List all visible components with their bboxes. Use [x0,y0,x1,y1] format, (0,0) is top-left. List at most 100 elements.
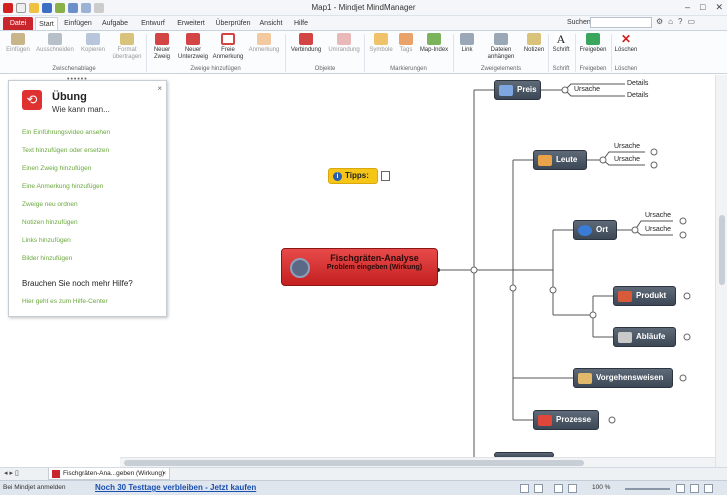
link-help-center[interactable]: Hier geht es zum Hilfe-Center [22,298,108,305]
subtopic-ursache[interactable]: Ursache [645,212,671,219]
help-heading: Brauchen Sie noch mehr Hilfe? [22,279,133,288]
help-icon[interactable]: ? [678,17,682,26]
task-panel: •••••• × ⟲ Übung Wie kann man... Ein Ein… [8,76,167,317]
tab-close-icon[interactable]: × [162,468,166,479]
topic-leute[interactable]: Leute [533,150,587,170]
notes-button[interactable]: Notizen [522,33,546,65]
subtopic-ursache[interactable]: Ursache [614,156,640,163]
outline-view-icon[interactable] [568,484,577,493]
home-icon[interactable]: ⌂ [668,17,673,26]
map-index-button[interactable]: Map-Index [418,33,450,65]
subtopic-ursache[interactable]: Ursache [614,143,640,150]
info-icon: i [333,172,342,181]
link-add-callout[interactable]: Eine Anmerkung hinzufügen [22,183,103,190]
group-label-topic-elements: Zweigelements [480,66,522,72]
link-add-text[interactable]: Text hinzufügen oder ersetzen [22,147,109,154]
vertical-scrollbar[interactable] [715,75,727,467]
panel-title: Übung [52,91,87,103]
link-add-links[interactable]: Links hinzufügen [22,237,71,244]
topic-preis[interactable]: Preis [494,80,541,100]
format-painter-button[interactable]: Format übertragen [110,33,144,65]
link-intro-video[interactable]: Ein Einführungsvideo ansehen [22,129,110,136]
ribbon-separator [575,34,576,72]
zoom-slider[interactable] [625,488,670,490]
share-button[interactable]: Freigeben [577,33,609,65]
delete-button[interactable]: ✕ Löschen [613,33,639,65]
cut-button[interactable]: Ausschneiden [35,33,75,65]
status-bar: Bei Mindjet anmelden Noch 30 Testtage ve… [0,480,727,495]
link-add-notes[interactable]: Notizen hinzufügen [22,219,78,226]
paste-button[interactable]: Einfügen [4,33,32,65]
note-icon[interactable] [381,171,390,181]
trial-buy-link[interactable]: Noch 30 Testtage verbleiben - Jetzt kauf… [95,483,256,492]
filter-icon[interactable] [534,484,543,493]
tips-callout[interactable]: i Tipps: [328,168,378,184]
tab-einfuegen[interactable]: Einfügen [62,17,94,30]
map-doc-icon [52,470,60,478]
title-bar: Map1 - Mindjet MindManager – □ ✕ [0,0,727,16]
central-topic[interactable]: Fischgräten-Analyse Problem eingeben (Wi… [281,248,438,286]
globe-icon [578,225,592,236]
close-icon[interactable]: ✕ [715,2,723,13]
zoom-in-icon[interactable] [676,484,685,493]
subtopic-ursache[interactable]: Ursache [645,226,671,233]
minimize-icon[interactable]: – [685,2,690,13]
subtopic-ursache[interactable]: Ursache [574,86,600,93]
topic-prozesse[interactable]: Prozesse [533,410,599,430]
ribbon-separator [611,34,612,72]
tab-erweitert[interactable]: Erweitert [175,17,207,30]
document-tab[interactable]: Fischgräten-Ana...geben (Wirkung) × [48,468,170,480]
tab-entwurf[interactable]: Entwurf [138,17,168,30]
font-button[interactable]: A Schrift [550,33,572,65]
floating-topic-button[interactable]: Freie Anmerkung [211,33,245,65]
tab-ueberpruefen[interactable]: Überprüfen [215,17,251,30]
tab-hilfe[interactable]: Hilfe [291,17,311,30]
group-label-font: Schrift [552,66,570,72]
boundary-button[interactable]: Umrandung [326,33,362,65]
maximize-icon[interactable]: □ [700,2,705,13]
new-topic-button[interactable]: Neuer Zweig [149,33,175,65]
window-title: Map1 - Mindjet MindManager [311,3,416,12]
link-add-topic[interactable]: Einen Zweig hinzufügen [22,165,91,172]
tab-nav-arrows-icon[interactable]: ◂▸▯ [4,469,21,477]
callout-icon [257,33,271,45]
vertical-scroll-thumb[interactable] [719,215,725,285]
tab-aufgabe[interactable]: Aufgabe [100,17,130,30]
relationship-button[interactable]: Verbindung [288,33,324,65]
copy-button[interactable]: Kopieren [78,33,108,65]
search-input[interactable] [590,17,652,28]
subtopic-details[interactable]: Details [627,92,648,99]
subtopic-details[interactable]: Details [627,80,648,87]
topic-vorgehensweisen[interactable]: Vorgehensweisen [573,368,673,388]
tab-datei[interactable]: Datei [3,17,33,30]
topic-ort[interactable]: Ort [573,220,617,240]
topic-ablaeufe[interactable]: Abläufe [613,327,676,347]
panel-grip[interactable]: •••••• [67,76,88,83]
login-link[interactable]: Bei Mindjet anmelden [3,484,66,491]
panel-subtitle: Wie kann man... [52,105,110,114]
link-button[interactable]: Link [456,33,478,65]
tab-start[interactable]: Start [35,17,58,30]
floating-topic-icon [221,33,235,45]
fit-page-icon[interactable] [690,484,699,493]
callout-button[interactable]: Anmerkung [246,33,282,65]
horizontal-scroll-thumb[interactable] [124,460,584,466]
central-topic-title: Fischgräten-Analyse [330,253,419,263]
community-icon[interactable]: ⚙ [656,17,663,26]
window-controls: – □ ✕ [685,2,723,13]
link-reorder-topics[interactable]: Zweige neu ordnen [22,201,78,208]
topic-produkt[interactable]: Produkt [613,286,676,306]
link-add-images[interactable]: Bilder hinzufügen [22,255,72,262]
attachments-button[interactable]: Dateien anhängen [481,33,521,65]
tags-button[interactable]: Tags [396,33,416,65]
group-label-topics: Zweige hinzufügen [190,66,241,72]
ribbon-minimize-icon[interactable]: ▭ [687,17,695,26]
layout-icon[interactable] [704,484,713,493]
horizontal-scrollbar[interactable] [120,457,715,467]
tab-ansicht[interactable]: Ansicht [257,17,285,30]
icons-button[interactable]: Symbole [367,33,395,65]
new-subtopic-button[interactable]: Neuer Unterzweig [176,33,210,65]
view-icon[interactable] [554,484,563,493]
fit-map-icon[interactable] [520,484,529,493]
panel-close-icon[interactable]: × [157,84,162,93]
